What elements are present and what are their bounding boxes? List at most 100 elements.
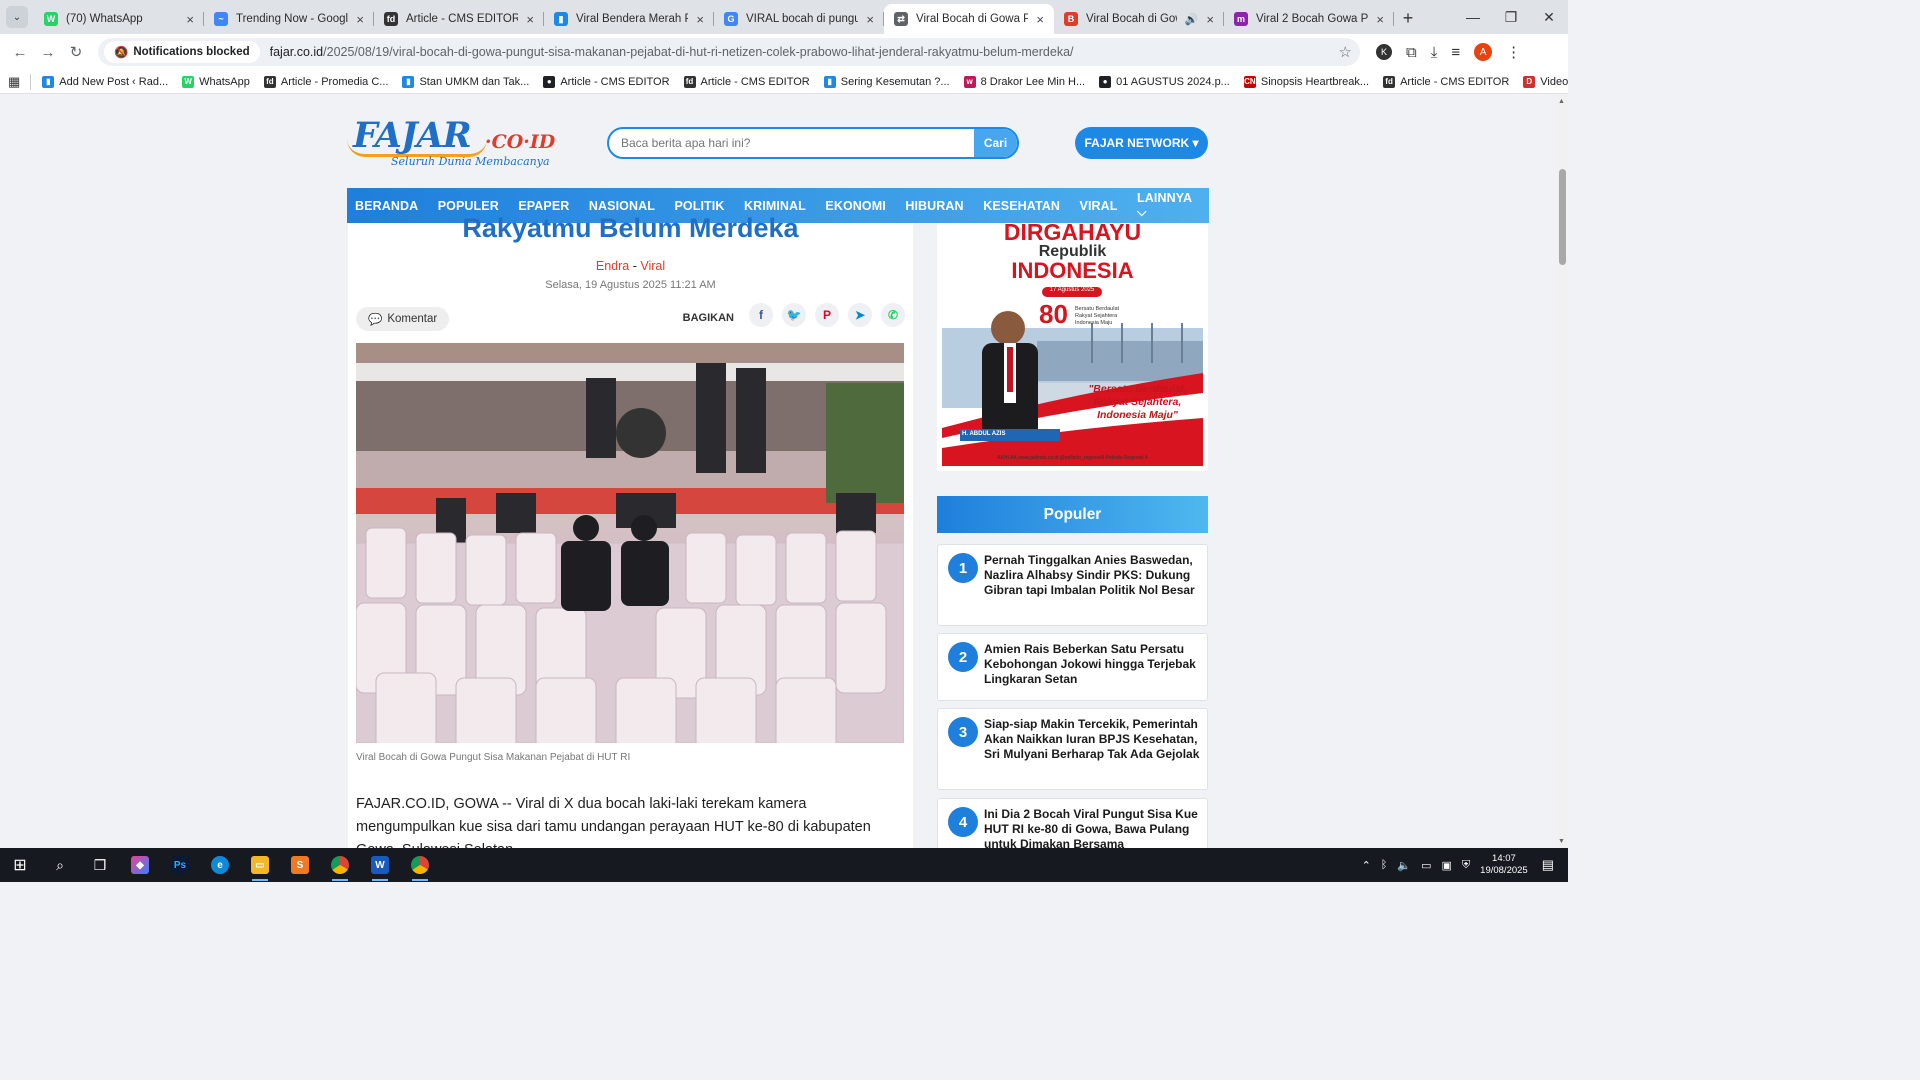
bookmark-item[interactable]: ▮ Add New Post ‹ Rad... (35, 75, 175, 88)
extensions-puzzle-icon[interactable]: ⧉ (1406, 44, 1417, 61)
tab-close-icon[interactable]: × (1036, 12, 1044, 27)
chrome-icon[interactable] (320, 848, 360, 882)
nav-item-populer[interactable]: POPULER (438, 199, 499, 213)
start-button[interactable]: ⊞ (0, 848, 40, 882)
nav-item-lainnya[interactable]: LAINNYA ⌵ (1137, 191, 1192, 220)
media-control-icon[interactable]: ≡ (1451, 44, 1460, 61)
download-icon[interactable]: ⤓ (1431, 44, 1438, 61)
back-icon[interactable]: ← (6, 38, 34, 66)
url-text[interactable]: fajar.co.id/2025/08/19/viral-bocah-di-go… (270, 45, 1339, 59)
bookmark-star-icon[interactable]: ☆ (1339, 43, 1352, 61)
nav-item-beranda[interactable]: BERANDA (355, 199, 418, 213)
bluetooth-icon[interactable]: ᛒ (1381, 859, 1388, 871)
bookmark-item[interactable]: fd Article - Promedia C... (257, 75, 396, 88)
tab-close-icon[interactable]: × (696, 12, 704, 27)
minimize-icon[interactable]: — (1454, 9, 1492, 25)
chrome-profile-icon[interactable] (400, 848, 440, 882)
bookmark-item[interactable]: ▮ Stan UMKM dan Tak... (395, 75, 536, 88)
browser-menu-icon[interactable]: ⋮ (1506, 43, 1521, 61)
browser-tab[interactable]: B Viral Bocah di Gowa P 🔊 × (1054, 4, 1224, 34)
populer-item[interactable]: 3 Siap-siap Makin Tercekik, Pemerintah Ak… (937, 708, 1208, 790)
notification-center-icon[interactable]: ▤ (1542, 857, 1554, 873)
scroll-down-icon[interactable]: ▼ (1558, 838, 1565, 845)
search-input[interactable] (609, 129, 974, 157)
file-explorer-icon[interactable]: ▭ (240, 848, 280, 882)
sublime-icon[interactable]: S (280, 848, 320, 882)
nav-item-viral[interactable]: VIRAL (1080, 199, 1118, 213)
tab-audio-icon[interactable]: 🔊 (1185, 13, 1199, 26)
word-icon[interactable]: W (360, 848, 400, 882)
browser-tab[interactable]: ⇄ Viral Bocah di Gowa Pung × (884, 4, 1054, 34)
display-icon[interactable]: ▣ (1442, 859, 1452, 872)
bookmark-item[interactable]: ● Article - CMS EDITOR (536, 75, 676, 88)
comment-button[interactable]: 💬 Komentar (356, 307, 450, 331)
populer-item[interactable]: 2 Amien Rais Beberkan Satu Persatu Keboho… (937, 633, 1208, 701)
bookmark-item[interactable]: D Video Viral Erin Bug... (1516, 75, 1568, 88)
tab-search-button[interactable]: ⌄ (6, 6, 28, 28)
copilot-icon[interactable]: ◆ (120, 848, 160, 882)
edge-icon[interactable]: e (200, 848, 240, 882)
task-view-icon[interactable]: ❒ (80, 848, 120, 882)
address-bar[interactable]: 🔕 Notifications blocked fajar.co.id/2025… (98, 38, 1360, 66)
close-window-icon[interactable]: ✕ (1530, 9, 1568, 26)
article-photo[interactable] (356, 343, 904, 743)
sidebar-ad-banner[interactable]: DIRGAHAYU Republik INDONESIA 17 Agustus … (937, 223, 1208, 471)
populer-item-title[interactable]: Pernah Tinggalkan Anies Baswedan, Nazlir… (984, 553, 1202, 597)
new-tab-button[interactable]: + (1394, 4, 1422, 32)
apps-grid-icon[interactable]: ▦ (8, 73, 32, 90)
browser-tab[interactable]: ~ Trending Now - Google Tr × (204, 4, 374, 34)
browser-tab[interactable]: fd Article - CMS EDITOR × (374, 4, 544, 34)
facebook-icon[interactable]: f (749, 303, 773, 327)
twitter-icon[interactable]: 🐦 (782, 303, 806, 327)
scrollbar-thumb[interactable] (1559, 169, 1566, 265)
browser-tab[interactable]: ▮ Viral Bendera Merah Putih × (544, 4, 714, 34)
photoshop-icon[interactable]: Ps (160, 848, 200, 882)
bookmark-item[interactable]: W WhatsApp (175, 75, 257, 88)
search-taskbar-icon[interactable]: ⌕ (40, 848, 80, 882)
page-scrollbar[interactable]: ▲ ▼ (1556, 95, 1568, 848)
whatsapp-icon[interactable]: ✆ (881, 303, 905, 327)
populer-item[interactable]: 1 Pernah Tinggalkan Anies Baswedan, Nazli… (937, 544, 1208, 626)
scroll-up-icon[interactable]: ▲ (1558, 98, 1565, 105)
bookmark-item[interactable]: fd Article - CMS EDITOR (1376, 75, 1516, 88)
security-icon[interactable]: ⛨ (1462, 859, 1470, 872)
nav-item-kesehatan[interactable]: KESEHATAN (983, 199, 1060, 213)
bookmark-item[interactable]: ▮ Sering Kesemutan ?... (817, 75, 957, 88)
nav-item-kriminal[interactable]: KRIMINAL (744, 199, 806, 213)
tab-close-icon[interactable]: × (526, 12, 534, 27)
nav-item-politik[interactable]: POLITIK (674, 199, 724, 213)
search-button[interactable]: Cari (974, 129, 1017, 157)
restore-icon[interactable]: ❐ (1492, 9, 1530, 26)
extension-k-icon[interactable]: K (1376, 44, 1392, 60)
clock[interactable]: 14:07 19/08/2025 (1480, 853, 1528, 877)
tab-close-icon[interactable]: × (866, 12, 874, 27)
nav-item-nasional[interactable]: NASIONAL (589, 199, 655, 213)
volume-icon[interactable]: 🔈 (1397, 859, 1411, 872)
browser-tab[interactable]: W (70) WhatsApp × (34, 4, 204, 34)
tab-close-icon[interactable]: × (356, 12, 364, 27)
fajar-network-button[interactable]: FAJAR NETWORK ▾ (1075, 127, 1208, 159)
notifications-blocked-chip[interactable]: 🔕 Notifications blocked (104, 41, 260, 63)
category-link[interactable]: Viral (640, 259, 665, 273)
reload-icon[interactable]: ↻ (62, 38, 90, 66)
network-icon[interactable]: ▭ (1421, 859, 1431, 872)
bookmark-item[interactable]: ● 01 AGUSTUS 2024.p... (1092, 75, 1237, 88)
profile-avatar[interactable]: A (1474, 43, 1493, 61)
tray-overflow-icon[interactable]: ⌃ (1362, 859, 1371, 872)
populer-item-title[interactable]: Amien Rais Beberkan Satu Persatu Kebohon… (984, 642, 1202, 686)
author-link[interactable]: Endra (596, 259, 629, 273)
tab-close-icon[interactable]: × (1206, 12, 1214, 27)
browser-tab[interactable]: m Viral 2 Bocah Gowa Pungi × (1224, 4, 1394, 34)
populer-item-title[interactable]: Siap-siap Makin Tercekik, Pemerintah Aka… (984, 717, 1202, 761)
bookmark-item[interactable]: fd Article - CMS EDITOR (677, 75, 817, 88)
bookmark-item[interactable]: CN Sinopsis Heartbreak... (1237, 75, 1376, 88)
nav-item-hiburan[interactable]: HIBURAN (905, 199, 963, 213)
telegram-icon[interactable]: ➤ (848, 303, 872, 327)
pinterest-icon[interactable]: P (815, 303, 839, 327)
populer-item-title[interactable]: Ini Dia 2 Bocah Viral Pungut Sisa Kue HU… (984, 807, 1202, 848)
bookmark-item[interactable]: w 8 Drakor Lee Min H... (957, 75, 1093, 88)
forward-icon[interactable]: → (34, 38, 62, 66)
populer-item[interactable]: 4 Ini Dia 2 Bocah Viral Pungut Sisa Kue H… (937, 798, 1208, 848)
browser-tab[interactable]: G VIRAL bocah di pungut si × (714, 4, 884, 34)
tab-close-icon[interactable]: × (1376, 12, 1384, 27)
